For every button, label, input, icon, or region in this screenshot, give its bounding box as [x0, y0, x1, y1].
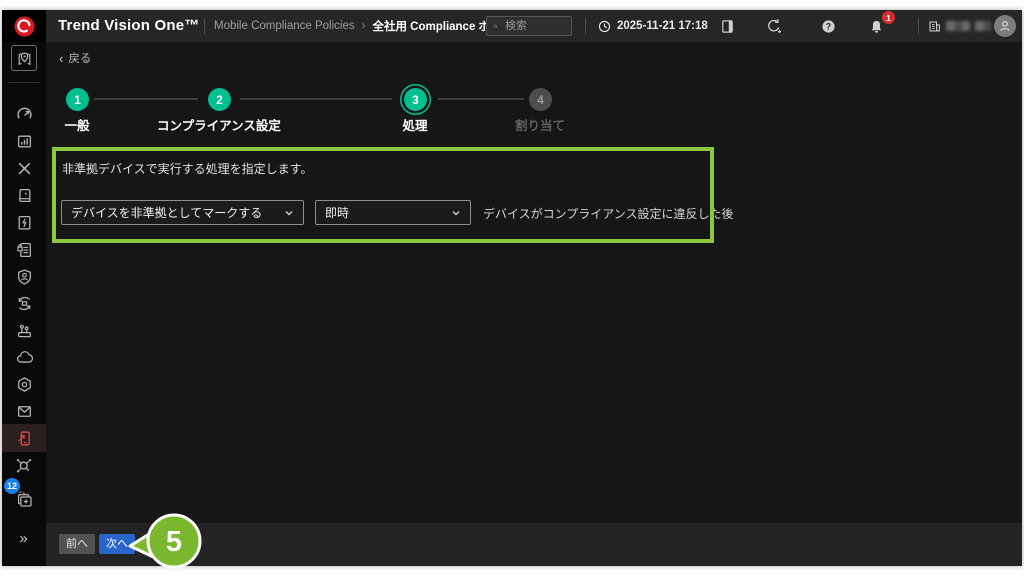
global-search[interactable] [486, 16, 572, 36]
current-datetime: 2025-11-21 17:18 [617, 20, 708, 32]
step-2-circle[interactable]: 2 [208, 88, 231, 111]
back-link[interactable]: ‹ 戻る [59, 50, 91, 66]
search-input[interactable] [503, 19, 565, 33]
sidebar-item-network-security[interactable] [2, 371, 46, 398]
reports-chart-icon [16, 133, 33, 150]
left-nav-sidebar: 12 » [2, 42, 46, 566]
action-dropdown-value: デバイスを非準拠としてマークする [71, 204, 262, 221]
notifications-bell-icon [869, 19, 884, 34]
marketplace-addons-icon [15, 490, 33, 508]
violation-suffix-text: デバイスがコンプライアンス設定に違反した後 [483, 205, 734, 222]
xdr-x-icon [16, 160, 33, 177]
company-icon [928, 20, 941, 33]
search-icon [493, 21, 498, 32]
sidebar-item-cloud-security[interactable] [2, 344, 46, 371]
breadcrumb-separator: › [362, 20, 366, 32]
step-connector [438, 98, 524, 100]
sidebar-item-marketplace-addons[interactable]: 12 [2, 485, 46, 512]
header-divider [918, 18, 919, 34]
sidebar-item-mobile-security[interactable] [2, 424, 46, 452]
step-connector [94, 98, 198, 100]
mobile-security-phone-icon [16, 430, 33, 447]
sidebar-item-identity-security[interactable] [2, 263, 46, 290]
network-hex-gear-icon [16, 376, 33, 393]
sidebar-item-xdr[interactable] [2, 155, 46, 182]
threat-intel-book-icon [16, 187, 33, 204]
step-3-label: 処理 [402, 115, 427, 134]
sidebar-item-email-security[interactable] [2, 398, 46, 425]
timing-dropdown[interactable]: 即時 [315, 200, 471, 225]
attack-surface-cycle-icon [16, 295, 33, 312]
trend-micro-logo[interactable] [2, 10, 46, 42]
main-content: ‹ 戻る 1 2 3 4 一般 コンプライアンス設定 処理 割り当て 非準拠デバ… [46, 42, 1022, 566]
trend-micro-logo-icon [14, 16, 35, 37]
sidebar-item-workflow-automation[interactable] [2, 209, 46, 236]
step-1-label: 一般 [64, 115, 89, 134]
help-button[interactable]: ? [815, 10, 841, 42]
whats-new-icon [766, 18, 782, 34]
previous-button[interactable]: 前へ [59, 534, 95, 554]
notification-count-badge: 1 [882, 11, 895, 24]
back-link-label: 戻る [68, 50, 91, 66]
step-3-circle[interactable]: 3 [404, 88, 427, 111]
svg-text:?: ? [825, 21, 830, 31]
action-instruction-text: 非準拠デバイスで実行する処理を指定します。 [62, 160, 312, 177]
sidebar-item-dashboard[interactable] [2, 101, 46, 128]
network-magnifier-icon [15, 457, 33, 475]
top-header-bar: Trend Vision One™ Mobile Compliance Poli… [2, 10, 1022, 42]
step-4-circle: 4 [529, 88, 552, 111]
sidebar-item-security-operations[interactable] [2, 317, 46, 344]
action-dropdown[interactable]: デバイスを非準拠としてマークする [61, 200, 304, 225]
tenant-selector[interactable] [928, 10, 991, 42]
sidebar-item-threat-intelligence[interactable] [2, 182, 46, 209]
user-avatar[interactable] [994, 15, 1016, 37]
sidebar-item-service-discovery[interactable] [2, 452, 46, 479]
sidebar-item-policy-management[interactable] [2, 236, 46, 263]
policy-document-lock-icon [16, 241, 33, 258]
step-4-label: 割り当て [515, 115, 565, 134]
tenant-name-redacted [975, 21, 991, 31]
app-window: Trend Vision One™ Mobile Compliance Poli… [2, 10, 1022, 566]
help-icon: ? [821, 19, 836, 34]
breadcrumb-section[interactable]: Mobile Compliance Policies [214, 20, 355, 32]
datetime-group: 2025-11-21 17:18 [598, 10, 708, 42]
release-notes-button[interactable] [714, 10, 740, 42]
next-button[interactable]: 次へ [99, 534, 135, 554]
dashboard-gauge-icon [16, 106, 33, 123]
header-divider [585, 18, 586, 34]
chevron-left-icon: ‹ [59, 51, 63, 66]
header-divider [204, 18, 205, 34]
operations-console-icon [16, 322, 33, 339]
chevron-down-icon [451, 208, 461, 218]
sidebar-expand-button[interactable]: » [2, 525, 46, 552]
breadcrumb: Mobile Compliance Policies › 全社用 Complia… [214, 10, 525, 42]
sidebar-item-attack-surface[interactable] [2, 290, 46, 317]
cloud-security-icon [16, 349, 33, 366]
sidebar-divider [9, 82, 39, 83]
tenant-name-redacted [946, 21, 970, 31]
sidebar-item-pinned-app[interactable] [11, 45, 37, 71]
timing-dropdown-value: 即時 [325, 204, 349, 221]
chevron-down-icon [284, 208, 294, 218]
map-pin-icon [16, 50, 33, 67]
chevron-double-right-icon: » [19, 530, 28, 547]
wizard-footer-bar [46, 523, 1022, 566]
release-notes-icon [720, 19, 735, 34]
user-avatar-icon [998, 19, 1012, 33]
identity-shield-icon [16, 268, 33, 285]
sidebar-item-reports[interactable] [2, 128, 46, 155]
product-title: Trend Vision One™ [58, 10, 199, 42]
automation-bolt-icon [16, 214, 33, 231]
step-connector [240, 98, 392, 100]
step-2-label: コンプライアンス設定 [157, 115, 281, 134]
addons-count-badge: 12 [4, 478, 20, 494]
step-1-circle[interactable]: 1 [66, 88, 89, 111]
clock-icon [598, 20, 611, 33]
email-envelope-icon [16, 403, 33, 420]
whats-new-button[interactable] [761, 10, 787, 42]
